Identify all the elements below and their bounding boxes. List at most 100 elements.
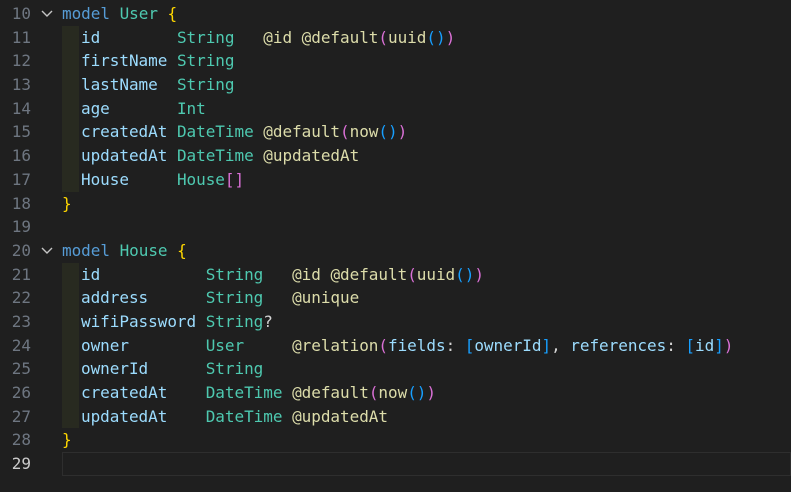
code-line[interactable]: 25 ownerId String <box>0 357 791 381</box>
code-area: House House[] <box>62 167 791 192</box>
code-line[interactable]: 13 lastName String <box>0 73 791 97</box>
line-number: 21 <box>11 264 31 284</box>
code-token: @relation <box>292 335 379 355</box>
code-token: createdAt <box>81 383 168 402</box>
code-token: model <box>62 4 110 23</box>
line-number: 17 <box>11 169 31 189</box>
code-line[interactable]: 26 createdAt DateTime @default(now()) <box>0 381 791 405</box>
code-text: createdAt DateTime @default(now()) <box>81 381 436 405</box>
code-token: ownerId <box>474 335 542 355</box>
code-text: } <box>62 428 72 452</box>
indent-guide <box>62 404 79 429</box>
code-token: uuid <box>388 27 427 47</box>
code-line[interactable]: 16 updatedAt DateTime @updatedAt <box>0 144 791 168</box>
code-line[interactable]: 12 firstName String <box>0 49 791 74</box>
indent-guide <box>62 357 79 381</box>
code-token: ] <box>541 335 552 355</box>
code-line[interactable]: 14 age Int <box>0 96 791 121</box>
code-line[interactable]: 29 <box>0 452 791 476</box>
code-token: age <box>81 98 110 118</box>
code-token: @default <box>263 122 341 142</box>
line-number: 24 <box>11 335 31 355</box>
code-line[interactable]: 20 model House { <box>0 239 791 263</box>
code-area: age Int <box>62 96 791 121</box>
indent-guide <box>62 144 79 168</box>
code-area <box>62 452 791 476</box>
code-token: updatedAt <box>81 146 168 166</box>
code-line[interactable]: 22 address String @unique <box>0 286 791 310</box>
indent-guide <box>62 49 79 74</box>
code-token: House <box>119 240 168 260</box>
code-token: uuid <box>416 264 456 284</box>
indent-guide <box>62 73 79 97</box>
code-editor[interactable]: 10 model User {11 id String @id @default(u… <box>0 0 791 492</box>
fold-chevron-down-icon[interactable] <box>40 239 54 263</box>
code-token: String <box>205 311 264 331</box>
code-area: } <box>62 192 791 216</box>
code-line[interactable]: 21 id String @id @default(uuid()) <box>0 262 791 287</box>
code-line[interactable]: 23 wifiPassword String? <box>0 309 791 334</box>
code-line[interactable]: 28} <box>0 428 791 452</box>
code-area: owner User @relation(fields: [ownerId], … <box>62 333 791 358</box>
code-token: updatedAt <box>81 406 168 426</box>
line-number: 22 <box>11 288 31 308</box>
code-line[interactable]: 17 House House[] <box>0 167 791 192</box>
code-token: String <box>205 359 264 379</box>
code-token: DateTime <box>176 146 254 166</box>
code-token: model <box>62 240 110 260</box>
line-number: 27 <box>11 406 31 426</box>
line-number: 10 <box>11 4 31 23</box>
line-number: 20 <box>11 240 31 260</box>
code-token: owner <box>81 335 129 355</box>
fold-chevron-down-icon[interactable] <box>40 2 54 26</box>
code-token: @unique <box>292 288 360 308</box>
code-token: User <box>205 335 245 355</box>
code-token: () <box>407 383 427 402</box>
code-token: now <box>378 383 408 402</box>
code-token: id <box>81 27 101 47</box>
code-line[interactable]: 10 model User { <box>0 2 791 26</box>
code-token: () <box>378 122 398 142</box>
code-token: createdAt <box>81 122 168 142</box>
code-area: updatedAt DateTime @updatedAt <box>62 144 791 168</box>
code-token: id <box>695 335 715 355</box>
code-line[interactable]: 18} <box>0 192 791 216</box>
code-token: } <box>62 193 72 213</box>
indent-guide <box>62 25 79 50</box>
code-token: House <box>176 169 225 189</box>
code-area: model User { <box>62 2 791 26</box>
code-text: House House[] <box>81 168 244 192</box>
code-line[interactable]: 11 id String @id @default(uuid()) <box>0 25 791 50</box>
code-line[interactable]: 27 updatedAt DateTime @updatedAt <box>0 404 791 429</box>
code-token: @default <box>292 383 369 402</box>
code-token: lastName <box>81 75 158 95</box>
code-token: firstName <box>81 51 168 71</box>
code-area: id String @id @default(uuid()) <box>62 262 791 287</box>
code-token: ( <box>378 335 388 355</box>
line-number: 14 <box>11 98 31 118</box>
line-number: 25 <box>11 359 31 379</box>
indent-guide <box>62 167 79 192</box>
code-line[interactable]: 15 createdAt DateTime @default(now()) <box>0 120 791 145</box>
code-token: ( <box>368 383 379 402</box>
code-token: ] <box>714 335 724 355</box>
code-line[interactable]: 24 owner User @relation(fields: [ownerId]… <box>0 333 791 358</box>
code-token: wifiPassword <box>81 311 197 331</box>
code-token: references <box>570 335 667 355</box>
code-line[interactable]: 19 <box>0 215 791 239</box>
line-number: 28 <box>11 430 31 450</box>
